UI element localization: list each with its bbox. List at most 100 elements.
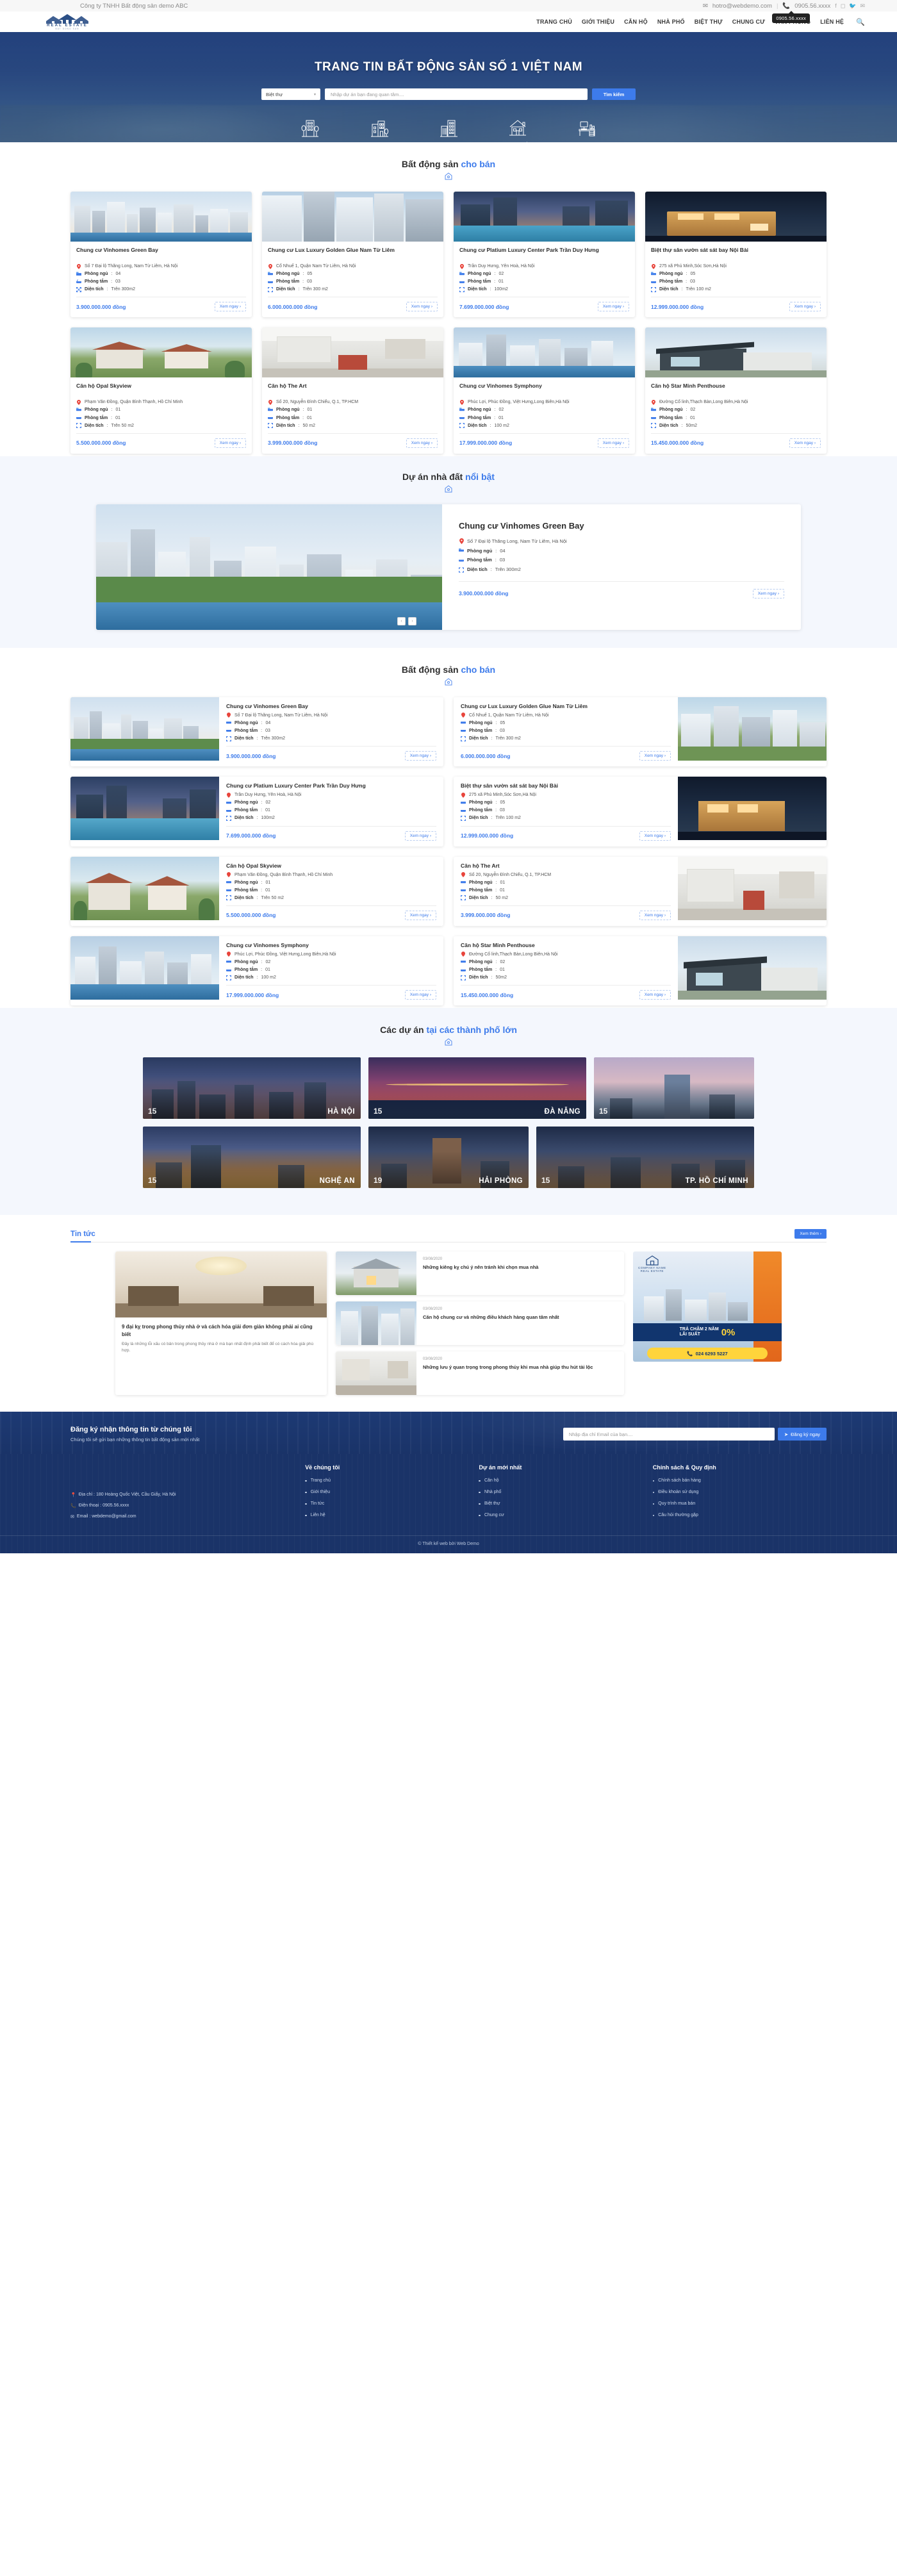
footer-link-item[interactable]: Quy trình mua bán (653, 1501, 827, 1506)
instagram-icon[interactable]: ◻ (841, 3, 845, 10)
newsletter-email-input[interactable]: Nhập địa chỉ Email của bạn.... (563, 1428, 775, 1441)
view-now-button[interactable]: Xem ngay › (639, 911, 671, 920)
footer-link[interactable]: Tin tức (311, 1501, 325, 1506)
twitter-icon[interactable]: 🐦 (849, 3, 856, 10)
property-card[interactable]: Chung cư Vinhomes Green Bay Số 7 Đại lộ … (70, 192, 252, 317)
category-chung-cu[interactable]: Chung cư (429, 115, 468, 142)
view-now-button[interactable]: Xem ngay › (639, 751, 671, 761)
footer-link[interactable]: Biệt thự (484, 1501, 500, 1506)
search-icon[interactable]: 🔍 (856, 18, 865, 26)
property-type-select[interactable]: Biệt thự ▾ (261, 88, 320, 100)
property-list-item[interactable]: Chung cư Vinhomes Green Bay Số 7 Đại lộ … (70, 697, 443, 766)
view-now-button[interactable]: Xem ngay › (406, 302, 438, 311)
footer-link[interactable]: Giới thiệu (311, 1490, 330, 1494)
footer-link[interactable]: Nhà phố (484, 1490, 501, 1494)
property-list-item[interactable]: Chung cư Vinhomes Symphony Phúc Lợi, Phú… (70, 936, 443, 1005)
topbar-phone[interactable]: 0905.56.xxxx (794, 3, 830, 10)
featured-project-card[interactable]: Chung cư Vinhomes Green Bay Số 7 Đại lộ … (96, 504, 801, 630)
mail-icon[interactable]: ✉ (860, 3, 865, 10)
label-bedrooms: Phòng ngủ (659, 407, 683, 413)
property-card[interactable]: Biệt thự sân vườn sát sát bay Nội Bài 27… (645, 192, 827, 317)
footer-link-item[interactable]: Nhà phố (479, 1490, 652, 1494)
news-featured-card[interactable]: 9 đại kỵ trong phong thủy nhà ở và cách … (115, 1251, 327, 1395)
site-logo[interactable]: REAL ESTATE BAT DONG SAN (32, 13, 103, 30)
nav-item-chung-cu[interactable]: CHUNG CƯ (732, 19, 765, 25)
nav-item-lien-he[interactable]: LIÊN HỆ (820, 19, 844, 25)
nav-item-trang-chu[interactable]: TRANG CHỦ (536, 19, 572, 25)
facebook-icon[interactable]: f (835, 3, 837, 10)
footer-link[interactable]: Câu hỏi thường gặp (658, 1513, 698, 1517)
newsletter-subscribe-button[interactable]: ➤ Đăng ký ngay (778, 1428, 827, 1441)
footer-link-item[interactable]: Chính sách bán hàng (653, 1478, 827, 1483)
nav-item-gioi-thieu[interactable]: GIỚI THIỆU (582, 19, 614, 25)
property-card[interactable]: Căn hộ Opal Skyview Phạm Văn Đồng, Quận … (70, 327, 252, 453)
property-card[interactable]: Chung cư Vinhomes Symphony Phúc Lợi, Phú… (454, 327, 635, 453)
property-list-item[interactable]: Căn hộ Opal Skyview Phạm Văn Đồng, Quận … (70, 857, 443, 926)
topbar-email[interactable]: hotro@webdemo.com (712, 3, 772, 10)
footer-link-item[interactable]: Trang chủ (305, 1478, 479, 1483)
view-now-button[interactable]: Xem ngay › (753, 589, 784, 599)
city-tile-hanoi[interactable]: 15 HÀ NỘI (143, 1057, 361, 1119)
news-list-item[interactable]: 03/08/2020 Những kiêng kỵ chú ý nên trán… (336, 1251, 624, 1295)
view-now-button[interactable]: Xem ngay › (789, 438, 821, 448)
nav-item-nha-pho[interactable]: NHÀ PHỐ (657, 19, 685, 25)
view-now-button[interactable]: Xem ngay › (639, 990, 671, 1000)
carousel-next-button[interactable]: › (408, 617, 416, 625)
footer-link-item[interactable]: Chung cư (479, 1513, 652, 1517)
property-card[interactable]: Chung cư Platium Luxury Center Park Trần… (454, 192, 635, 317)
view-now-button[interactable]: Xem ngay › (639, 831, 671, 841)
news-list-item[interactable]: 03/08/2020 Căn hộ chung cư và những điều… (336, 1301, 624, 1345)
nav-item-can-ho[interactable]: CĂN HỘ (624, 19, 648, 25)
property-list-item[interactable]: Biệt thự sân vườn sát sát bay Nội Bài 27… (454, 777, 827, 846)
property-list-item[interactable]: Chung cư Platium Luxury Center Park Trần… (70, 777, 443, 846)
view-now-button[interactable]: Xem ngay › (405, 831, 436, 841)
property-card[interactable]: Căn hộ Star Minh Penthouse Đường Cổ linh… (645, 327, 827, 453)
footer-link[interactable]: Chính sách bán hàng (658, 1478, 701, 1483)
category-biet-thu[interactable]: Biệt thự (359, 115, 399, 142)
property-list-item[interactable]: Căn hộ Star Minh Penthouse Đường Cổ linh… (454, 936, 827, 1005)
footer-link-item[interactable]: Tin tức (305, 1501, 479, 1506)
footer-link[interactable]: Trang chủ (311, 1478, 331, 1483)
view-now-button[interactable]: Xem ngay › (215, 438, 246, 448)
news-list-item[interactable]: 03/08/2020 Những lưu ý quan trọng trong … (336, 1351, 624, 1395)
category-nha-pho[interactable]: Nhà phố (498, 115, 538, 142)
footer-link[interactable]: Liên hệ (311, 1513, 325, 1517)
category-van-phong[interactable]: Văn phòng (567, 115, 607, 142)
property-price: 5.500.000.000 đồng (76, 440, 126, 446)
footer-link-item[interactable]: Liên hệ (305, 1513, 479, 1517)
property-list-item[interactable]: Căn hộ The Art Số 20, Nguyễn Đình Chiểu,… (454, 857, 827, 926)
footer-link-item[interactable]: Điều khoản sử dụng (653, 1490, 827, 1494)
view-now-button[interactable]: Xem ngay › (405, 751, 436, 761)
city-tile-danang[interactable]: 15 ĐÀ NẴNG (368, 1057, 586, 1119)
footer-link[interactable]: Căn hộ (484, 1478, 499, 1483)
footer-link-item[interactable]: Giới thiệu (305, 1490, 479, 1494)
view-now-button[interactable]: Xem ngay › (598, 438, 629, 448)
category-can-ho[interactable]: Căn hộ (290, 115, 330, 142)
advertisement-banner[interactable]: COMPANY NAME REAL ESTATE TRẢ CHẬM 2 NĂM … (633, 1251, 782, 1362)
carousel-prev-button[interactable]: ‹ (397, 617, 406, 625)
view-now-button[interactable]: Xem ngay › (406, 438, 438, 448)
footer-link-item[interactable]: Câu hỏi thường gặp (653, 1513, 827, 1517)
search-input[interactable]: Nhập dự án bạn đang quan tâm.... (325, 88, 588, 100)
city-tile-haiphong[interactable]: 19 HẢI PHÒNG (368, 1127, 529, 1188)
footer-link[interactable]: Điều khoản sử dụng (658, 1490, 698, 1494)
city-tile-hochiminh[interactable]: 15 TP. HỒ CHÍ MINH (536, 1127, 754, 1188)
view-now-button[interactable]: Xem ngay › (789, 302, 821, 311)
ad-phone-bar[interactable]: 📞 024 6293 5227 (647, 1348, 768, 1359)
city-tile-nghean[interactable]: 15 NGHỆ AN (143, 1127, 361, 1188)
footer-link-item[interactable]: Biệt thự (479, 1501, 652, 1506)
property-list-item[interactable]: Chung cư Lux Luxury Golden Glue Nam Từ L… (454, 697, 827, 766)
view-now-button[interactable]: Xem ngay › (215, 302, 246, 311)
view-now-button[interactable]: Xem ngay › (405, 990, 436, 1000)
view-now-button[interactable]: Xem ngay › (598, 302, 629, 311)
city-tile-hcm-tower[interactable]: 15 (594, 1057, 754, 1119)
search-button[interactable]: Tìm kiếm (592, 88, 636, 100)
news-more-button[interactable]: Xem thêm › (794, 1229, 827, 1239)
footer-link-item[interactable]: Căn hộ (479, 1478, 652, 1483)
footer-link[interactable]: Quy trình mua bán (658, 1501, 695, 1506)
property-card[interactable]: Chung cư Lux Luxury Golden Glue Nam Từ L… (262, 192, 443, 317)
property-card[interactable]: Căn hộ The Art Số 20, Nguyễn Đình Chiểu,… (262, 327, 443, 453)
footer-link[interactable]: Chung cư (484, 1513, 504, 1517)
view-now-button[interactable]: Xem ngay › (405, 911, 436, 920)
nav-item-biet-thu[interactable]: BIỆT THỰ (695, 19, 723, 25)
